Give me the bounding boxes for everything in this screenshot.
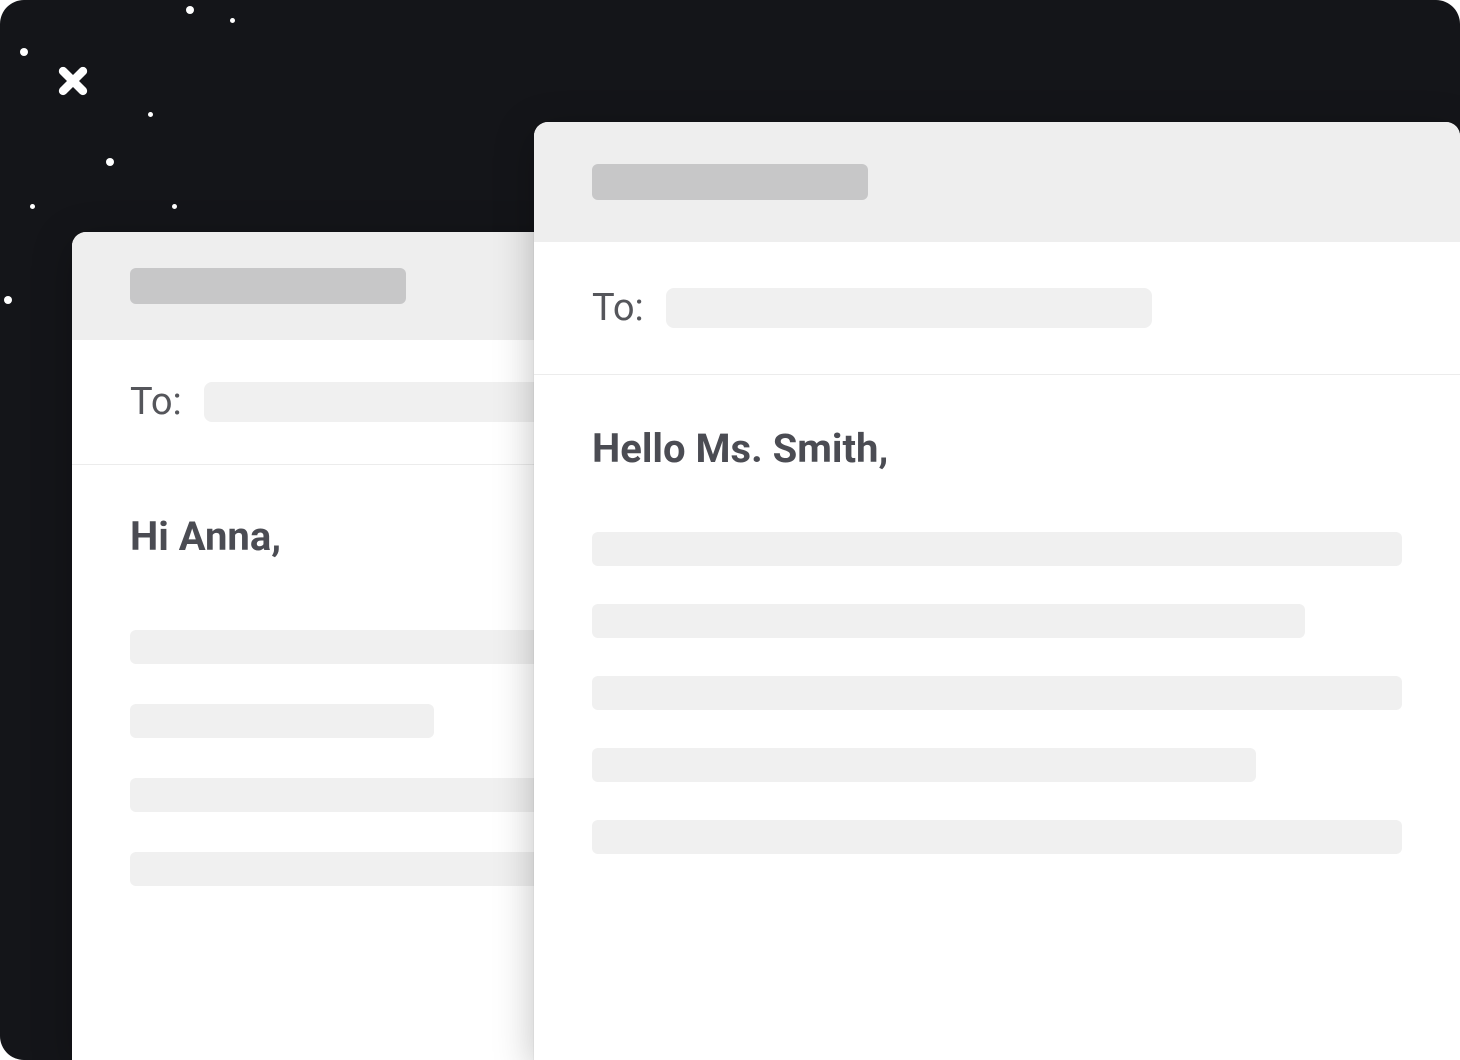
body-line-placeholder (130, 704, 434, 738)
email-compose-card-front: To: Hello Ms. Smith, (534, 122, 1460, 1060)
star-dot (106, 158, 114, 166)
star-dot (20, 48, 28, 56)
to-label: To: (592, 286, 644, 330)
sparkle-icon (56, 64, 90, 98)
star-dot (230, 18, 235, 23)
greeting-text: Hello Ms. Smith, (592, 425, 1402, 472)
star-dot (148, 112, 153, 117)
to-input[interactable] (666, 288, 1152, 328)
body-line-placeholder (592, 820, 1402, 854)
star-dot (30, 204, 35, 209)
subject-placeholder[interactable] (130, 268, 406, 304)
email-body[interactable]: Hello Ms. Smith, (534, 375, 1460, 854)
body-line-placeholder (592, 676, 1402, 710)
illustration-canvas: To: Hi Anna, To: Hello Ms. Smith, (0, 0, 1460, 1060)
body-line-placeholder (592, 748, 1256, 782)
body-line-placeholder (592, 604, 1305, 638)
star-dot (186, 6, 194, 14)
to-row: To: (534, 242, 1460, 375)
email-header (534, 122, 1460, 242)
to-label: To: (130, 380, 182, 424)
body-line-placeholder (592, 532, 1402, 566)
star-dot (4, 296, 12, 304)
subject-placeholder[interactable] (592, 164, 868, 200)
star-dot (172, 204, 177, 209)
